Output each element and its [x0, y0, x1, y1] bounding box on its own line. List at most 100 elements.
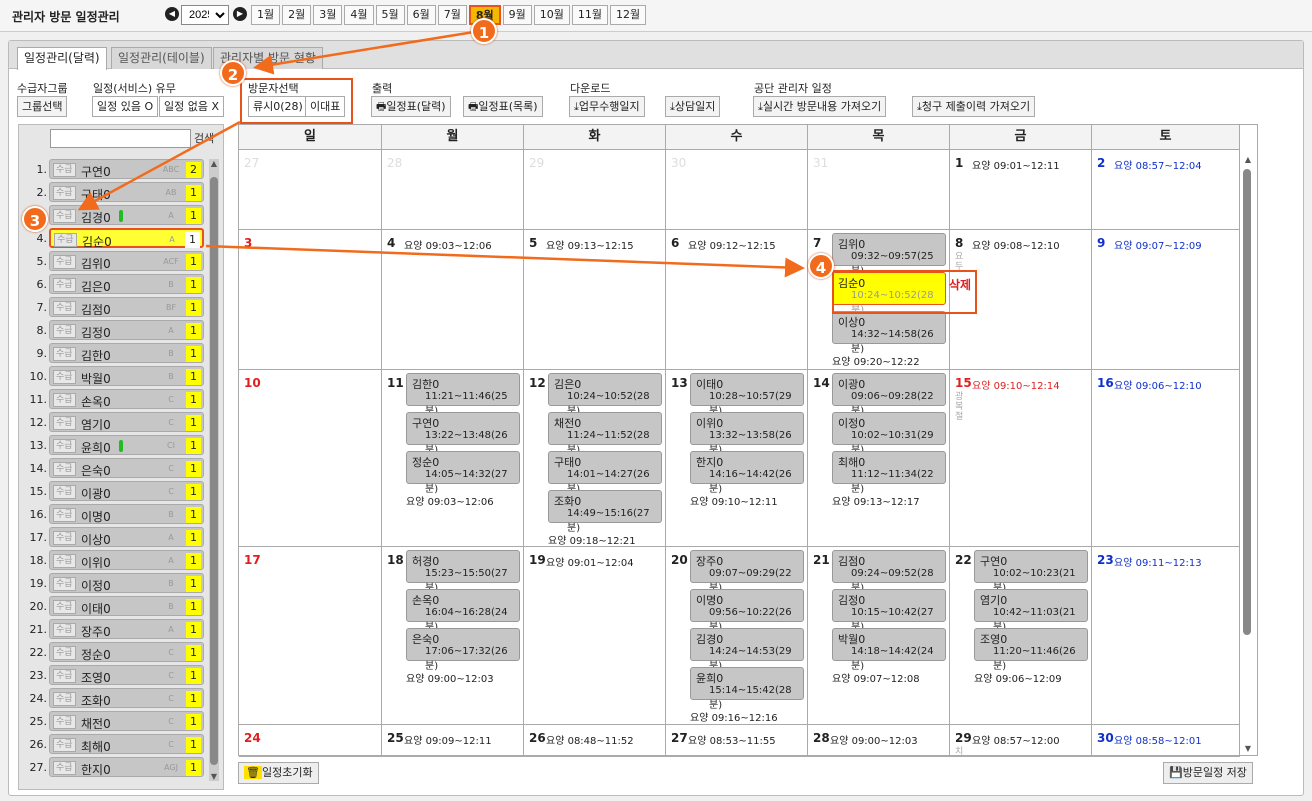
- care-schedule[interactable]: 요양 09:18~12:21: [548, 532, 636, 546]
- visit-event[interactable]: 김점0 09:24~09:52(28분): [832, 550, 946, 594]
- visit-event[interactable]: 이상0 14:32~14:58(26분): [832, 311, 946, 355]
- day-cell[interactable]: 4 요양 09:03~12:06: [382, 230, 524, 370]
- client-pill[interactable]: 수급 김경0 A 1: [49, 205, 204, 225]
- care-schedule[interactable]: 요양 09:00~12:03: [830, 732, 918, 747]
- month-button-5[interactable]: 5월: [375, 5, 405, 25]
- client-item[interactable]: 5. 수급 김위0 ACF 1: [19, 251, 209, 271]
- day-cell[interactable]: 16 요양 09:06~12:10: [1092, 370, 1240, 547]
- client-pill[interactable]: 수급 김정0 A 1: [49, 320, 204, 340]
- day-cell[interactable]: 9 요양 09:07~12:09: [1092, 230, 1240, 370]
- client-item[interactable]: 17. 수급 이상0 A 1: [19, 527, 209, 547]
- client-item[interactable]: 8. 수급 김정0 A 1: [19, 320, 209, 340]
- group-select-button[interactable]: 그룹선택: [17, 96, 68, 117]
- care-schedule[interactable]: 요양 09:01~12:04: [546, 554, 634, 569]
- client-pill[interactable]: 수급 염기0 C 1: [49, 412, 204, 432]
- client-pill[interactable]: 수급 윤희0 CI 1: [49, 435, 204, 455]
- client-pill[interactable]: 수급 최해0 C 1: [49, 734, 204, 754]
- sidebar-scrollbar[interactable]: ▲ ▼: [209, 159, 219, 781]
- care-schedule[interactable]: 요양 08:53~11:55: [688, 732, 776, 747]
- month-button-7[interactable]: 7월: [437, 5, 467, 25]
- visit-event[interactable]: 허경0 15:23~15:50(27분): [406, 550, 520, 594]
- day-cell[interactable]: 18 허경0 15:23~15:50(27분) 손옥0 16:04~16:28(…: [382, 547, 524, 725]
- client-pill[interactable]: 수급 구연0 ABC 2: [49, 159, 204, 179]
- visit-event[interactable]: 이위0 13:32~13:58(26분): [690, 412, 804, 456]
- client-pill[interactable]: 수급 한지0 AGJ 1: [49, 757, 204, 777]
- visit-event[interactable]: 한지0 14:16~14:42(26분): [690, 451, 804, 495]
- care-schedule[interactable]: 요양 09:03~12:06: [406, 493, 494, 508]
- client-item[interactable]: 25. 수급 채전0 C 1: [19, 711, 209, 731]
- scrollbar-thumb[interactable]: [1243, 169, 1251, 635]
- client-item[interactable]: 14. 수급 은숙0 C 1: [19, 458, 209, 478]
- scroll-down-icon[interactable]: ▼: [1241, 744, 1255, 753]
- care-schedule[interactable]: 요양 09:06~12:09: [974, 670, 1062, 685]
- print-list-button[interactable]: 🖶일정표(목록): [463, 96, 543, 117]
- client-pill[interactable]: 수급 조화0 C 1: [49, 688, 204, 708]
- care-schedule[interactable]: 요양 09:11~12:13: [1114, 554, 1202, 569]
- day-cell[interactable]: 25 요양 09:09~12:11: [382, 725, 524, 757]
- client-item[interactable]: 10. 수급 박월0 B 1: [19, 366, 209, 386]
- care-schedule[interactable]: 요양 09:01~12:11: [972, 157, 1060, 172]
- representative-button[interactable]: 이대표: [305, 96, 346, 117]
- client-pill[interactable]: 수급 조영0 C 1: [49, 665, 204, 685]
- month-button-6[interactable]: 6월: [406, 5, 436, 25]
- month-button-11[interactable]: 11월: [571, 5, 609, 25]
- download-work-log-button[interactable]: ⤓업무수행일지: [569, 96, 645, 117]
- care-schedule[interactable]: 요양 09:03~12:06: [404, 237, 492, 252]
- visit-event[interactable]: 이태0 10:28~10:57(29분): [690, 373, 804, 417]
- client-item[interactable]: 6. 수급 김은0 B 1: [19, 274, 209, 294]
- visit-event[interactable]: 김은0 10:24~10:52(28분): [548, 373, 662, 417]
- prev-year-icon[interactable]: ◀: [165, 7, 179, 21]
- day-cell[interactable]: 21 김점0 09:24~09:52(28분) 김정0 10:15~10:42(…: [808, 547, 950, 725]
- day-cell[interactable]: 29요양 08:57~12:00 치밀: [950, 725, 1092, 757]
- care-schedule[interactable]: 요양 09:07~12:08: [832, 670, 920, 685]
- client-item[interactable]: 20. 수급 이태0 B 1: [19, 596, 209, 616]
- visit-event[interactable]: 윤희0 15:14~15:42(28분): [690, 667, 804, 711]
- client-pill[interactable]: 수급 이태0 B 1: [49, 596, 204, 616]
- visit-event[interactable]: 이명0 09:56~10:22(26분): [690, 589, 804, 633]
- visitor-button[interactable]: 류시0(28): [248, 96, 308, 117]
- care-schedule[interactable]: 요양 09:08~12:10: [972, 237, 1060, 252]
- care-schedule[interactable]: 요양 09:10~12:14: [972, 377, 1060, 392]
- visit-event[interactable]: 구연0 10:02~10:23(21분): [974, 550, 1088, 594]
- month-button-3[interactable]: 3월: [313, 5, 343, 25]
- realtime-import-button[interactable]: ⤓실시간 방문내용 가져오기: [753, 96, 887, 117]
- visit-event[interactable]: 김위0 09:32~09:57(25분): [832, 233, 946, 277]
- care-schedule[interactable]: 요양 09:00~12:03: [406, 670, 494, 685]
- visit-event[interactable]: 구연0 13:22~13:48(26분): [406, 412, 520, 456]
- client-pill[interactable]: 수급 채전0 C 1: [49, 711, 204, 731]
- care-schedule[interactable]: 요양 09:12~12:15: [688, 237, 776, 252]
- client-item[interactable]: 12. 수급 염기0 C 1: [19, 412, 209, 432]
- scroll-down-icon[interactable]: ▼: [209, 772, 219, 781]
- download-consult-log-button[interactable]: ⤓상담일지: [665, 96, 721, 117]
- client-pill[interactable]: 수급 이상0 A 1: [49, 527, 204, 547]
- save-schedule-button[interactable]: 💾방문일정 저장: [1163, 762, 1253, 784]
- client-item[interactable]: 13. 수급 윤희0 CI 1: [19, 435, 209, 455]
- day-cell[interactable]: 27 요양 08:53~11:55: [666, 725, 808, 757]
- print-calendar-button[interactable]: 🖶일정표(달력): [371, 96, 451, 117]
- care-schedule[interactable]: 요양 09:10~12:11: [690, 493, 778, 508]
- care-schedule[interactable]: 요양 09:13~12:15: [546, 237, 634, 252]
- client-search-input[interactable]: [50, 129, 191, 148]
- client-pill[interactable]: 수급 김점0 BF 1: [49, 297, 204, 317]
- client-item[interactable]: 15. 수급 이광0 C 1: [19, 481, 209, 501]
- care-schedule[interactable]: 요양 08:57~12:00: [972, 732, 1060, 747]
- day-cell[interactable]: 28 요양 09:00~12:03: [808, 725, 950, 757]
- client-item[interactable]: 26. 수급 최해0 C 1: [19, 734, 209, 754]
- care-schedule[interactable]: 요양 08:48~11:52: [546, 732, 634, 747]
- client-item[interactable]: 7. 수급 김점0 BF 1: [19, 297, 209, 317]
- day-cell[interactable]: 1 요양 09:01~12:11: [950, 150, 1092, 230]
- scroll-up-icon[interactable]: ▲: [209, 159, 219, 168]
- day-cell[interactable]: 2 요양 08:57~12:04: [1092, 150, 1240, 230]
- visit-event[interactable]: 최해0 11:12~11:34(22분): [832, 451, 946, 495]
- client-pill[interactable]: 수급 이광0 C 1: [49, 481, 204, 501]
- client-pill[interactable]: 수급 구태0 AB 1: [49, 182, 204, 202]
- care-schedule[interactable]: 요양 08:57~12:04: [1114, 157, 1202, 172]
- scroll-up-icon[interactable]: ▲: [1241, 155, 1255, 164]
- reset-schedule-button[interactable]: 🗑 일정초기화: [238, 762, 319, 784]
- client-item[interactable]: 16. 수급 이명0 B 1: [19, 504, 209, 524]
- day-cell[interactable]: 26 요양 08:48~11:52: [524, 725, 666, 757]
- client-pill[interactable]: 수급 김은0 B 1: [49, 274, 204, 294]
- day-cell[interactable]: 6 요양 09:12~12:15: [666, 230, 808, 370]
- visit-event[interactable]: 이광0 09:06~09:28(22분): [832, 373, 946, 417]
- care-schedule[interactable]: 요양 09:07~12:09: [1114, 237, 1202, 252]
